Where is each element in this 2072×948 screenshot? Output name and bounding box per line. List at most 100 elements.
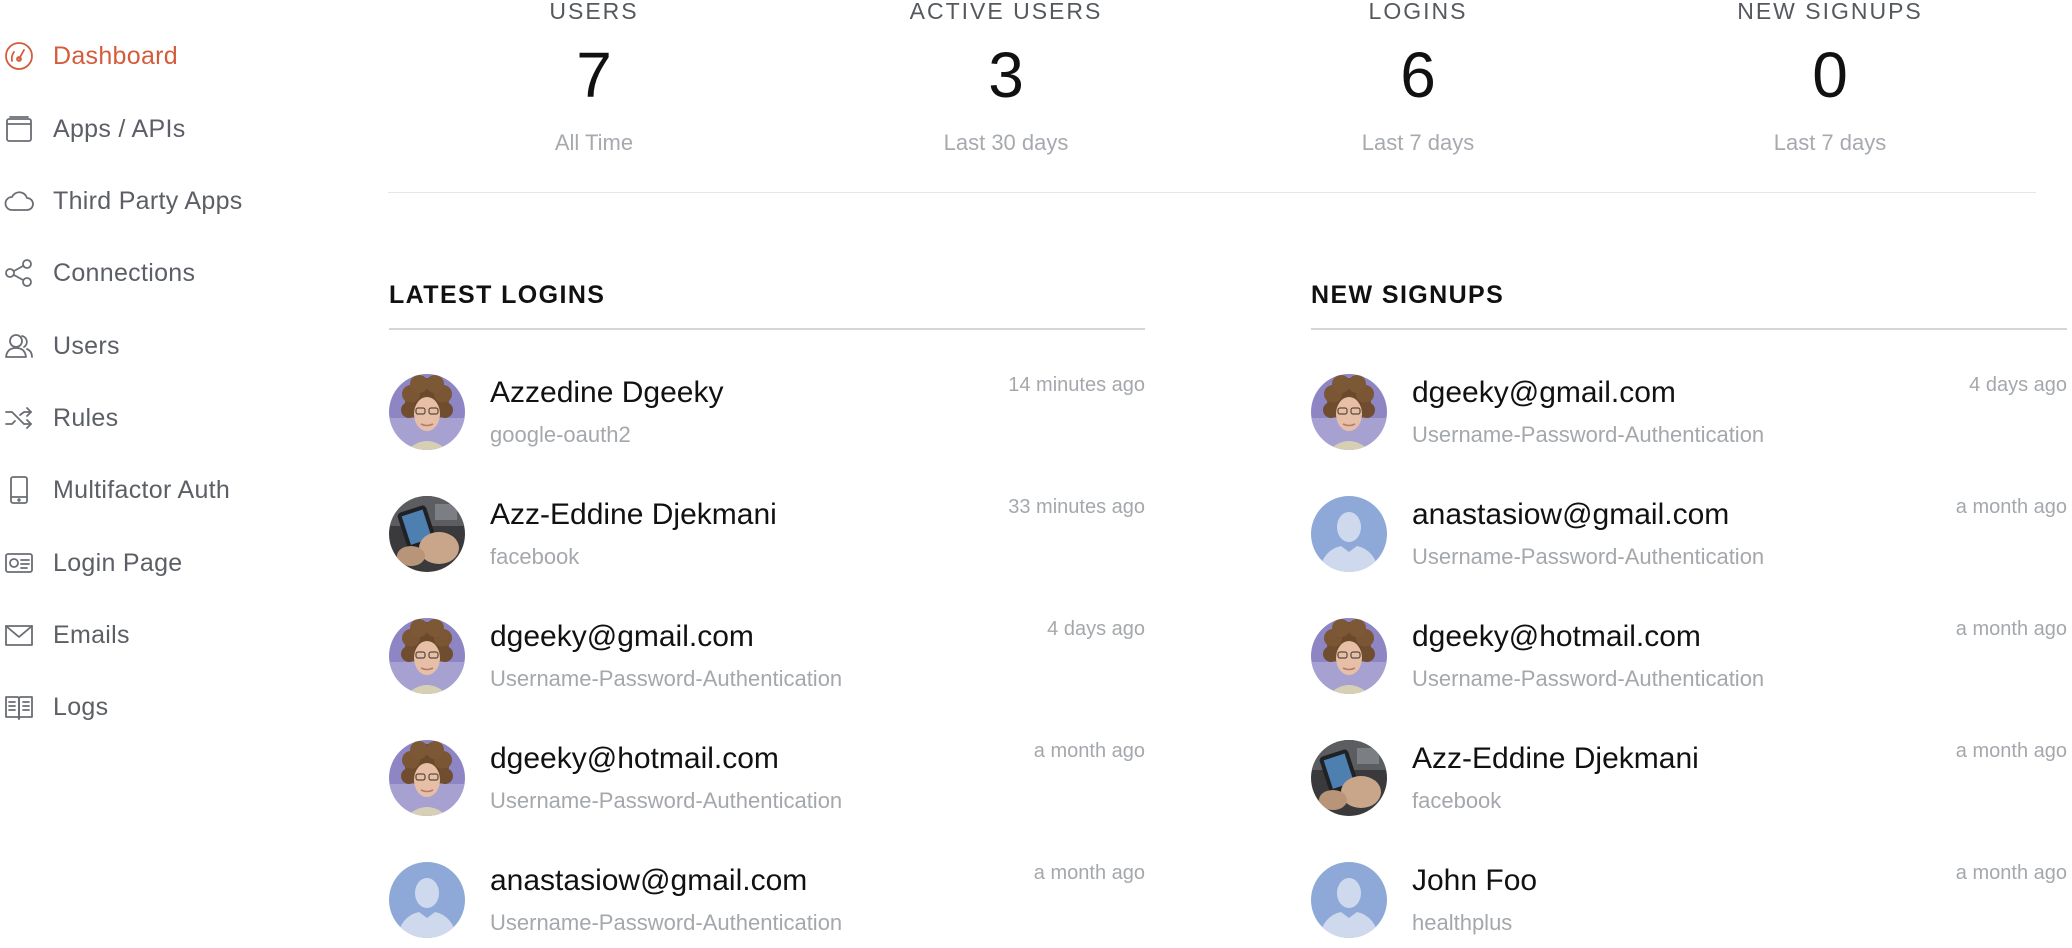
stat-value: 7 [576,39,612,111]
connection-name: Username-Password-Authentication [490,910,843,935]
connection-name: facebook [1412,788,1502,813]
stat-period: Last 7 days [1773,130,1887,155]
panel-divider [389,328,1145,330]
signup-row[interactable]: dgeeky@hotmail.com Username-Password-Aut… [1311,618,2067,708]
avatar [1311,496,1387,572]
stat-label: LOGINS [1368,0,1468,24]
avatar [389,740,465,816]
connection-name: Username-Password-Authentication [490,666,843,691]
latest-logins-title: LATEST LOGINS [389,281,606,309]
stat-value: 0 [1812,39,1848,111]
stat-users: USERS 7 All Time [444,0,744,156]
apps-window-icon [2,112,36,146]
latest-logins-panel: LATEST LOGINS Azzedine Dgeeky google-oau… [389,278,1145,330]
signup-row[interactable]: anastasiow@gmail.com Username-Password-A… [1311,496,2067,586]
user-name: dgeeky@gmail.com [1412,376,1676,409]
stats-divider [388,192,2036,193]
shuffle-icon [2,401,36,435]
dashboard-page: Dashboard Apps / APIs Third Party Apps C… [0,0,2072,948]
stat-label: NEW SIGNUPS [1737,0,1923,24]
stat-period: All Time [554,130,634,155]
user-name: dgeeky@gmail.com [490,620,754,653]
user-name: dgeeky@hotmail.com [490,742,779,775]
id-card-icon [2,546,36,580]
sidebar-item-multifactor-auth[interactable]: Multifactor Auth [0,464,320,516]
timestamp: a month ago [1955,496,2067,518]
new-signups-title: NEW SIGNUPS [1311,281,1505,309]
sidebar-item-label: Connections [53,258,196,287]
stat-period: Last 7 days [1361,130,1475,155]
login-row[interactable]: anastasiow@gmail.com Username-Password-A… [389,862,1145,948]
sidebar-item-login-page[interactable]: Login Page [0,537,320,589]
sidebar-item-label: Third Party Apps [53,186,243,215]
stat-period: Last 30 days [943,130,1069,155]
stat-value: 3 [988,39,1024,111]
login-row[interactable]: dgeeky@hotmail.com Username-Password-Aut… [389,740,1145,830]
new-signups-panel: NEW SIGNUPS dgeeky@gmail.com Username-Pa… [1311,278,2067,330]
stat-new-signups: NEW SIGNUPS 0 Last 7 days [1680,0,1980,156]
sidebar-item-logs[interactable]: Logs [0,681,320,733]
login-row[interactable]: dgeeky@gmail.com Username-Password-Authe… [389,618,1145,708]
avatar [1311,374,1387,450]
sidebar-item-label: Login Page [53,548,183,577]
sidebar-item-label: Logs [53,692,109,721]
stat-active-users: ACTIVE USERS 3 Last 30 days [856,0,1156,156]
share-nodes-icon [2,256,36,290]
cloud-icon [2,184,36,218]
sidebar-item-connections[interactable]: Connections [0,247,320,299]
connection-name: Username-Password-Authentication [490,788,843,813]
envelope-icon [2,618,36,652]
sidebar-nav: Dashboard Apps / APIs Third Party Apps C… [0,0,340,948]
panel-divider [1311,328,2067,330]
sidebar-item-rules[interactable]: Rules [0,392,320,444]
connection-name: Username-Password-Authentication [1412,422,1765,447]
timestamp: 33 minutes ago [1008,496,1145,518]
signup-row[interactable]: John Foo healthplus a month ago [1311,862,2067,948]
user-name: dgeeky@hotmail.com [1412,620,1701,653]
login-row[interactable]: Azzedine Dgeeky google-oauth2 14 minutes… [389,374,1145,464]
stat-label: ACTIVE USERS [909,0,1103,24]
avatar [1311,862,1387,938]
sidebar-item-third-party-apps[interactable]: Third Party Apps [0,175,320,227]
user-name: Azz-Eddine Djekmani [490,498,777,531]
timestamp: a month ago [1033,740,1145,762]
sidebar-item-label: Dashboard [53,41,179,70]
timestamp: 4 days ago [1969,374,2067,396]
connection-name: Username-Password-Authentication [1412,666,1765,691]
timestamp: a month ago [1033,862,1145,884]
connection-name: google-oauth2 [490,422,631,447]
user-name: Azzedine Dgeeky [490,376,724,409]
user-name: Azz-Eddine Djekmani [1412,742,1699,775]
sidebar-item-apps-apis[interactable]: Apps / APIs [0,103,320,155]
dashboard-gauge-icon [2,39,36,73]
timestamp: 4 days ago [1047,618,1145,640]
timestamp: a month ago [1955,862,2067,884]
sidebar-item-label: Rules [53,403,119,432]
sidebar-item-label: Users [53,331,120,360]
avatar [389,496,465,572]
user-name: anastasiow@gmail.com [490,864,808,897]
phone-icon [2,473,36,507]
signup-row[interactable]: dgeeky@gmail.com Username-Password-Authe… [1311,374,2067,464]
signup-row[interactable]: Azz-Eddine Djekmani facebook a month ago [1311,740,2067,830]
sidebar-item-label: Apps / APIs [53,114,186,143]
sidebar-item-label: Emails [53,620,130,649]
avatar [1311,618,1387,694]
sidebar-item-emails[interactable]: Emails [0,609,320,661]
sidebar-item-users[interactable]: Users [0,320,320,372]
avatar [389,862,465,938]
avatar [389,618,465,694]
timestamp: a month ago [1955,740,2067,762]
users-icon [2,329,36,363]
avatar [389,374,465,450]
avatar [1311,740,1387,816]
sidebar-item-label: Multifactor Auth [53,475,231,504]
stat-logins: LOGINS 6 Last 7 days [1268,0,1568,156]
user-name: John Foo [1412,864,1538,897]
book-icon [2,690,36,724]
timestamp: a month ago [1955,618,2067,640]
timestamp: 14 minutes ago [1008,374,1145,396]
sidebar-item-dashboard[interactable]: Dashboard [0,30,320,82]
connection-name: facebook [490,544,580,569]
login-row[interactable]: Azz-Eddine Djekmani facebook 33 minutes … [389,496,1145,586]
